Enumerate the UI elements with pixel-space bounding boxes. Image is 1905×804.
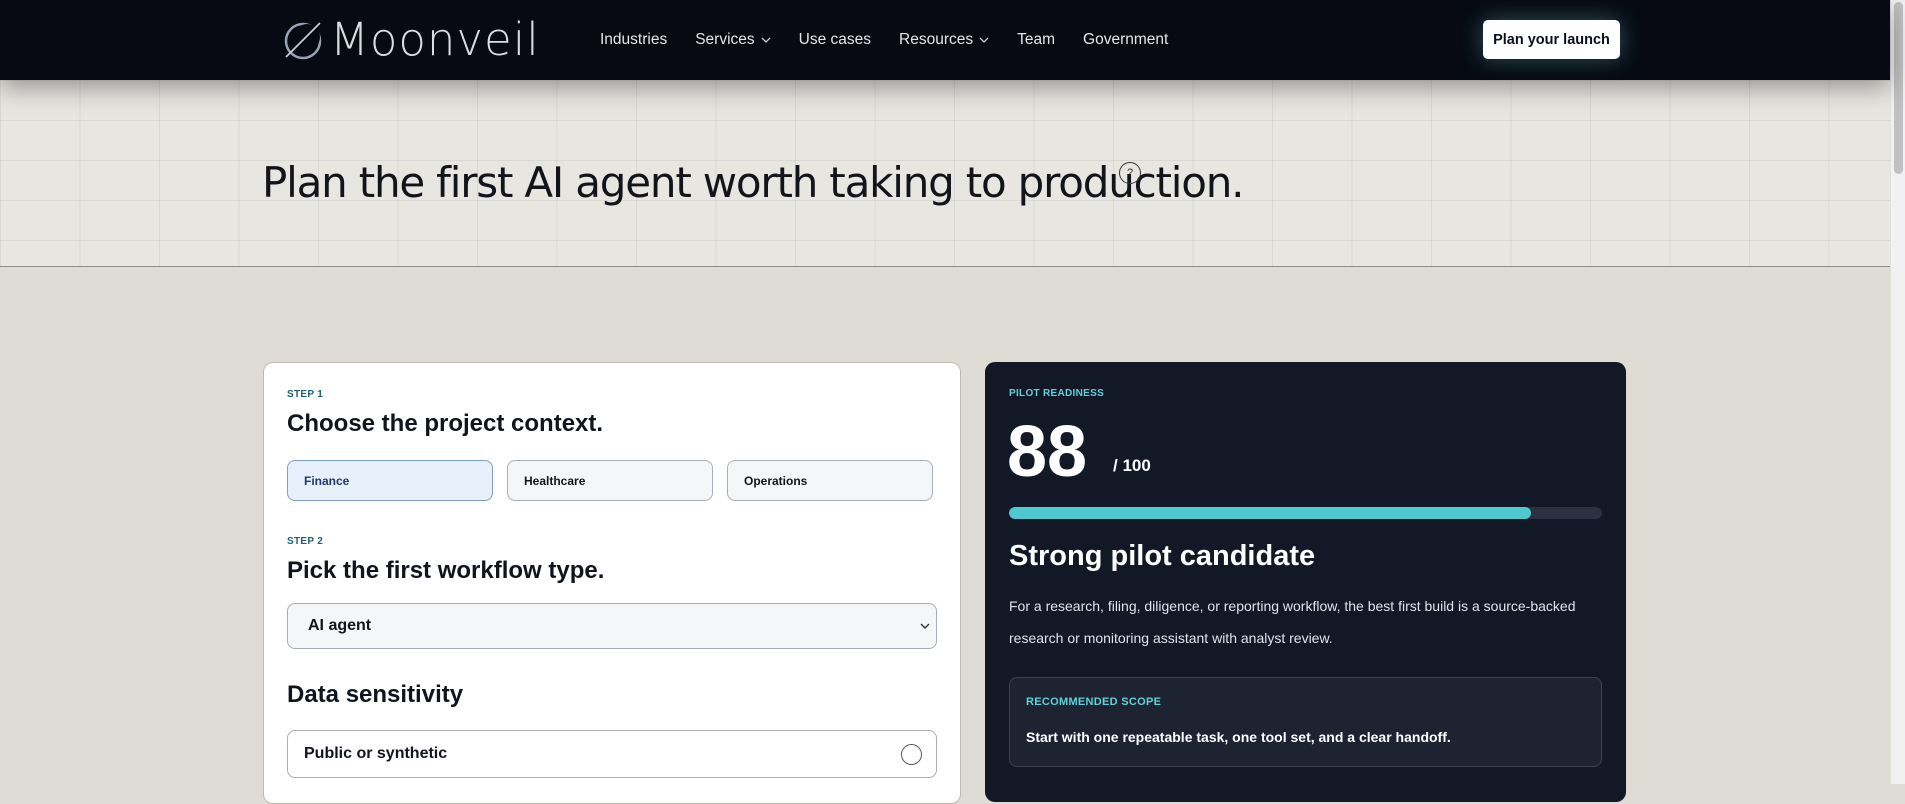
page-title: Plan the first AI agent worth taking to … [262, 158, 1245, 207]
readiness-card: PILOT READINESS 88 / 100 Strong pilot ca… [985, 362, 1626, 802]
logo[interactable]: Moonveil [280, 14, 540, 66]
readiness-description: For a research, filing, diligence, or re… [1009, 598, 1576, 646]
nav-link-label: Industries [600, 31, 668, 48]
nav-link-services[interactable]: Services [695, 31, 771, 49]
step2-heading: Pick the first workflow type. [287, 557, 605, 584]
readiness-progress-bar [1009, 507, 1602, 519]
readiness-kicker: PILOT READINESS [1009, 388, 1105, 399]
step1-kicker: STEP 1 [287, 389, 324, 400]
scope-text: Start with one repeatable task, one tool… [1026, 729, 1451, 745]
context-option-operations[interactable]: Operations [727, 460, 933, 501]
workflow-type-value: AI agent [308, 617, 372, 634]
chevron-down-icon [979, 37, 989, 43]
context-option-healthcare[interactable]: Healthcare [507, 460, 713, 501]
scope-kicker: RECOMMENDED SCOPE [1026, 696, 1162, 708]
chevron-down-icon [920, 623, 930, 629]
nav-link-label: Team [1017, 31, 1056, 48]
recommended-scope-box: RECOMMENDED SCOPE Start with one repeata… [1009, 677, 1602, 767]
nav-link-label: Use cases [798, 31, 872, 48]
nav-link-label: Resources [899, 31, 974, 48]
nav-link-label: Services [695, 31, 755, 48]
step2-kicker: STEP 2 [287, 536, 324, 547]
nav-link-use-cases[interactable]: Use cases [799, 31, 871, 49]
planner-card: STEP 1 Choose the project context. Finan… [263, 362, 961, 804]
nav-link-label: Government [1083, 31, 1169, 48]
chevron-down-icon [761, 37, 771, 43]
sensitivity-option-label: Public or synthetic [304, 745, 448, 762]
radio-button[interactable] [901, 744, 922, 765]
step1-heading: Choose the project context. [287, 410, 604, 437]
sensitivity-option-public[interactable]: Public or synthetic [287, 730, 937, 778]
readiness-score: 88 [1007, 412, 1088, 492]
workflow-type-select[interactable]: AI agent [287, 603, 937, 649]
scrollbar-thumb[interactable] [1894, 2, 1903, 174]
moon-logo-icon [284, 22, 322, 60]
top-navbar: Moonveil Industries Services Use cases R… [0, 0, 1890, 80]
sensitivity-heading: Data sensitivity [287, 681, 464, 708]
nav-link-government[interactable]: Government [1083, 31, 1168, 49]
nav-link-industries[interactable]: Industries [600, 31, 667, 49]
context-option-finance[interactable]: Finance [287, 460, 493, 501]
readiness-verdict: Strong pilot candidate [1009, 540, 1316, 572]
nav-link-resources[interactable]: Resources [899, 31, 989, 49]
nav-link-team[interactable]: Team [1017, 31, 1055, 49]
logo-text: Moonveil [330, 13, 540, 66]
plan-launch-button[interactable]: Plan your launch [1483, 20, 1620, 59]
nav-links: Industries Services Use cases Resources … [600, 0, 1196, 80]
readiness-progress-fill [1009, 507, 1531, 519]
readiness-score-max: / 100 [1113, 456, 1151, 475]
help-icon[interactable]: ? [1119, 162, 1141, 184]
page-scrollbar[interactable] [1890, 0, 1905, 784]
hero-section: Plan the first AI agent worth taking to … [0, 80, 1890, 267]
